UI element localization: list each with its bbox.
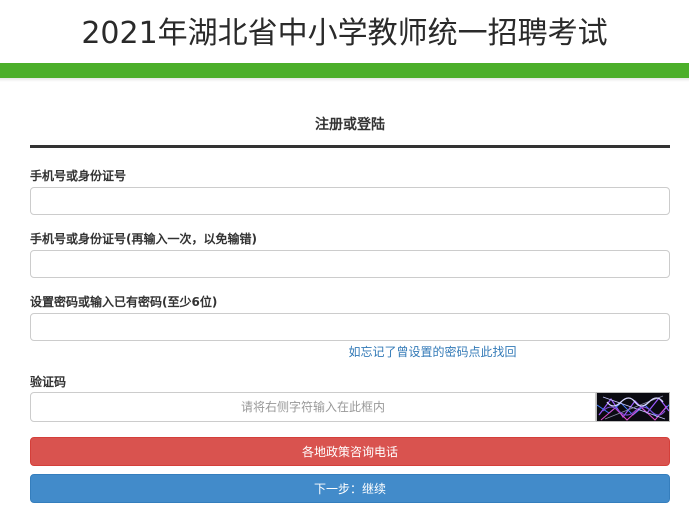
id-confirm-input[interactable] [30, 250, 670, 278]
captcha-input[interactable] [30, 392, 596, 422]
captcha-label: 验证码 [30, 375, 67, 389]
panel-divider [30, 145, 670, 148]
panel-title: 注册或登陆 [315, 117, 385, 133]
header-green-bar [0, 63, 689, 78]
id-confirm-label: 手机号或身份证号(再输入一次，以免输错) [30, 232, 257, 246]
site-header: 2021年湖北省中小学教师统一招聘考试 [0, 0, 689, 63]
id-label: 手机号或身份证号 [30, 169, 127, 183]
forgot-password-row: 如忘记了曾设置的密码点此找回 [30, 343, 689, 360]
policy-hotline-button[interactable]: 各地政策咨询电话 [30, 437, 670, 466]
captcha-noise-graphic [597, 393, 669, 421]
password-input[interactable] [30, 313, 670, 341]
header-bar-shadow [0, 78, 689, 82]
password-label: 设置密码或输入已有密码(至少6位) [30, 295, 218, 309]
id-input[interactable] [30, 187, 670, 215]
captcha-image[interactable] [596, 392, 670, 422]
captcha-group [30, 392, 670, 422]
forgot-password-link[interactable]: 如忘记了曾设置的密码点此找回 [348, 345, 516, 359]
site-title: 2021年湖北省中小学教师统一招聘考试 [81, 16, 608, 51]
next-step-button[interactable]: 下一步：继续 [30, 474, 670, 503]
